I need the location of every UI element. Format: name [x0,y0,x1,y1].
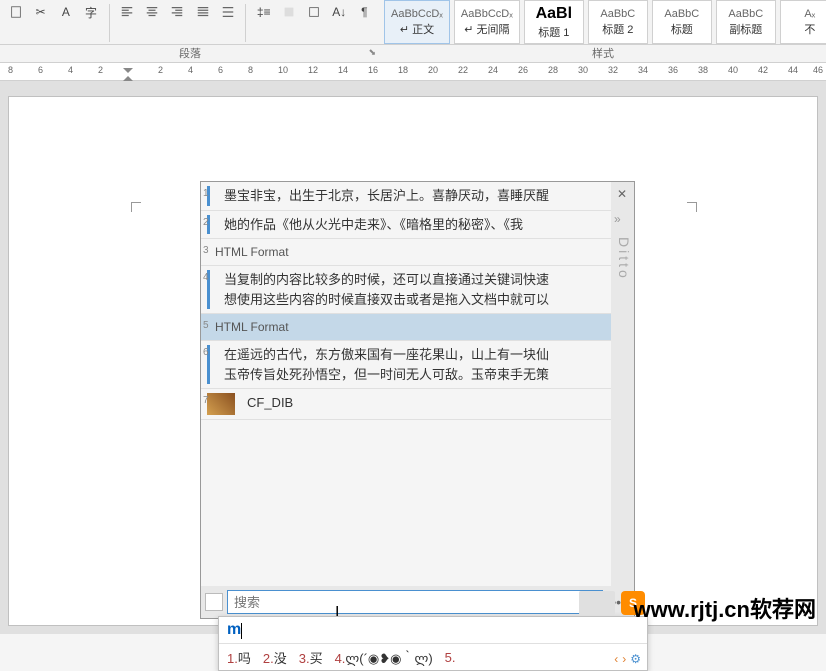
margin-corner-tr [687,202,697,212]
ime-page-nav[interactable]: ‹ › ⚙ [614,652,641,666]
panel-layout-icon[interactable] [205,593,223,611]
paragraph-expand-icon[interactable]: ⬊ [368,47,376,58]
watermark-text: www.rjtj.cn软荐网 [633,592,816,624]
clip-item[interactable]: 7 CF_DIB [201,389,611,420]
margin-corner-tl [131,202,141,212]
clip-item[interactable]: 6 在遥远的古代，东方傲来国有一座花果山，山上有一块仙 玉帝传旨处死孙悟空，但一… [201,341,611,389]
style-more[interactable]: Aₓ 不 [780,0,826,44]
ribbon-group-labels: 段落 ⬊ 样式 [0,45,826,63]
style-normal[interactable]: AaBbCcDₓ ↵ 正文 [384,0,450,44]
ime-next-icon[interactable]: › [622,652,626,666]
ime-candidate-window[interactable]: S m 1.吗 2.没 3.买 4.ლ(´◉❥◉｀ლ) 5. ‹ › ⚙ [218,616,648,671]
align-left-icon[interactable] [116,2,139,22]
horizontal-ruler[interactable]: 8 6 4 2 2 4 6 8 10 12 14 16 18 20 22 24 … [0,63,826,81]
align-right-icon[interactable] [166,2,189,22]
style-no-spacing[interactable]: AaBbCcDₓ ↵ 无间隔 [454,0,520,44]
ditto-search-bar: ⌄ ••• [201,586,634,618]
paste-icon[interactable] [4,2,27,22]
ditto-title: Ditto [616,237,632,281]
format-icon[interactable]: A [54,2,77,22]
ime-candidates-list[interactable]: 1.吗 2.没 3.买 4.ლ(´◉❥◉｀ლ) 5. [219,644,647,671]
paragraph-group: ✂ A 字 ‡≡ A↓ ¶ [0,0,380,44]
sort-icon[interactable]: A↓ [328,2,351,22]
clip-item[interactable]: 2 她的作品《他从火光中走来》、《暗格里的秘密》、《我 [201,211,611,240]
style-title[interactable]: AaBbC 标题 [652,0,712,44]
ime-composition: m [219,617,647,644]
clip-item[interactable]: 3 HTML Format [201,239,611,266]
style-subtitle[interactable]: AaBbC 副标题 [716,0,776,44]
paragraph-label: 段落 ⬊ [0,45,380,62]
clip-item-selected[interactable]: 5 HTML Format [201,314,611,341]
line-spacing-icon[interactable]: ‡≡ [252,2,275,22]
clip-item[interactable]: 1 墨宝非宝，出生于北京，长居沪上。喜静厌动，喜睡厌醒 [201,182,611,211]
style-heading2[interactable]: AaBbC 标题 2 [588,0,648,44]
styles-gallery[interactable]: AaBbCcDₓ ↵ 正文 AaBbCcDₓ ↵ 无间隔 AaBl 标题 1 A… [380,0,826,44]
style-heading1[interactable]: AaBl 标题 1 [524,0,584,44]
char-icon[interactable]: 字 [79,2,102,22]
cut-icon[interactable]: ✂ [29,2,52,22]
close-icon[interactable]: ✕ [614,186,630,202]
shading-icon[interactable] [277,2,300,22]
ditto-clipboard-panel[interactable]: ✕ » Ditto 1 墨宝非宝，出生于北京，长居沪上。喜静厌动，喜睡厌醒 2 … [200,181,635,619]
ribbon-toolbar: ✂ A 字 ‡≡ A↓ ¶ AaBbCcDₓ ↵ 正文 AaBbCcDₓ ↵ 无… [0,0,826,45]
ime-tools-icon[interactable]: ⚙ [630,652,641,666]
ime-prev-icon[interactable]: ‹ [614,652,618,666]
style-label: 样式 [380,45,826,62]
document-canvas: ✕ » Ditto 1 墨宝非宝，出生于北京，长居沪上。喜静厌动，喜睡厌醒 2 … [0,81,826,634]
show-marks-icon[interactable]: ¶ [353,2,376,22]
search-input[interactable] [227,590,603,614]
align-center-icon[interactable] [141,2,164,22]
align-justify-icon[interactable] [191,2,214,22]
borders-icon[interactable] [302,2,325,22]
clip-item[interactable]: 4 当复制的内容比较多的时候，还可以直接通过关键词快速 想使用这些内容的时候直接… [201,266,611,314]
clipboard-list[interactable]: 1 墨宝非宝，出生于北京，长居沪上。喜静厌动，喜睡厌醒 2 她的作品《他从火光中… [201,182,611,588]
ime-skin-icon[interactable] [579,591,615,615]
distribute-icon[interactable] [216,2,239,22]
expand-icon[interactable]: » [614,212,630,228]
